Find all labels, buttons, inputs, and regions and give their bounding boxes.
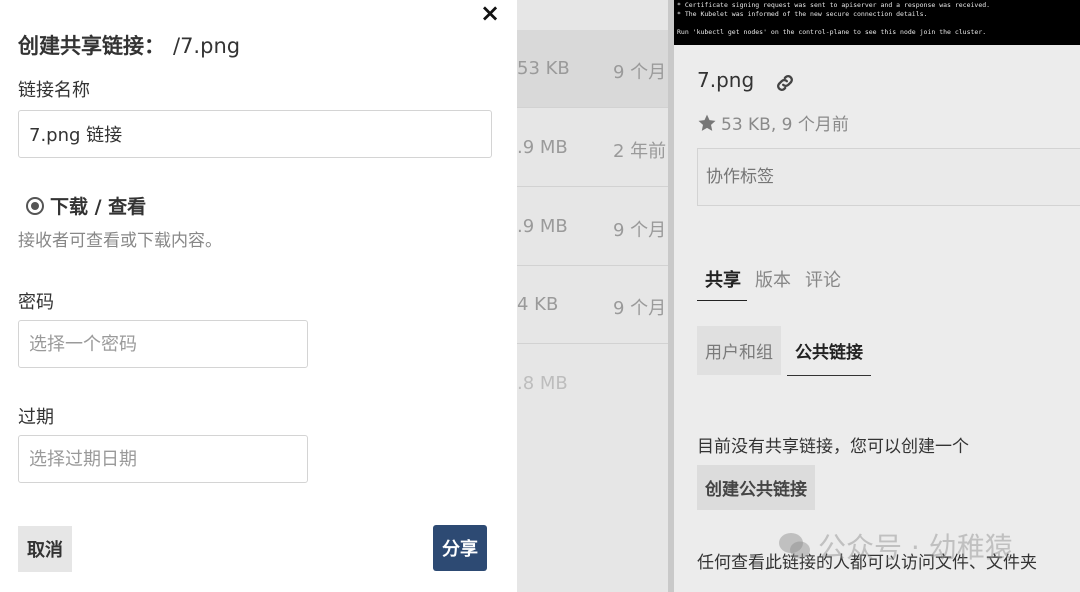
file-size: 4 KB bbox=[517, 294, 559, 315]
wechat-icon bbox=[779, 533, 810, 559]
table-row[interactable]: .9 MB 9 个月 bbox=[517, 188, 668, 266]
file-size: .8 MB bbox=[517, 373, 568, 394]
file-meta-text: 53 KB, 9 个月前 bbox=[721, 115, 849, 135]
watermark: 公众号 · 幼稚猿 bbox=[778, 526, 1013, 566]
download-view-help: 接收者可查看或下载内容。 bbox=[18, 231, 222, 251]
terminal-line: * The Kubelet was informed of the new se… bbox=[677, 10, 928, 18]
tab-public-links[interactable]: 公共链接 bbox=[787, 326, 871, 376]
create-share-link-dialog: × 创建共享链接： /7.png 链接名称 下载 / 查看 接收者可查看或下载内容… bbox=[0, 0, 517, 592]
password-label: 密码 bbox=[18, 292, 54, 313]
terminal-line: Run 'kubectl get nodes' on the control-p… bbox=[677, 28, 987, 36]
terminal-line: * Certificate signing request was sent t… bbox=[677, 1, 991, 9]
file-meta: 53 KB, 9 个月前 bbox=[697, 110, 849, 135]
download-view-option[interactable]: 下载 / 查看 bbox=[26, 192, 146, 219]
link-name-input[interactable] bbox=[18, 110, 492, 158]
tab-versions[interactable]: 版本 bbox=[747, 264, 797, 300]
tab-users-groups[interactable]: 用户和组 bbox=[697, 326, 781, 375]
watermark-text: 公众号 · 幼稚猿 bbox=[818, 531, 1013, 564]
close-icon[interactable]: × bbox=[480, 0, 500, 26]
dialog-title-text: 创建共享链接： bbox=[18, 34, 165, 58]
tab-sharing[interactable]: 共享 bbox=[697, 264, 747, 301]
collaborative-tags-input[interactable] bbox=[697, 148, 1080, 206]
dialog-title-file: /7.png bbox=[173, 34, 241, 58]
expiry-label: 过期 bbox=[18, 407, 54, 428]
dialog-title: 创建共享链接： /7.png bbox=[18, 30, 240, 60]
table-row[interactable]: 4 KB 9 个月 bbox=[517, 266, 668, 344]
download-view-label: 下载 / 查看 bbox=[50, 196, 147, 218]
expiry-date-input[interactable] bbox=[18, 435, 308, 483]
file-list: 53 KB 9 个月 .9 MB 2 年前 .9 MB 9 个月 4 KB 9 … bbox=[517, 0, 668, 592]
tab-comments[interactable]: 评论 bbox=[797, 264, 847, 300]
file-date: 9 个月 bbox=[613, 62, 667, 83]
sharing-subtabs: 用户和组 公共链接 bbox=[697, 326, 871, 376]
link-name-label: 链接名称 bbox=[18, 80, 90, 101]
file-date: 9 个月 bbox=[613, 220, 667, 241]
terminal-output: * Certificate signing request was sent t… bbox=[674, 0, 1080, 45]
detail-file-name: 7.png bbox=[697, 68, 755, 92]
file-date: 2 年前 bbox=[613, 141, 667, 162]
password-input[interactable] bbox=[18, 320, 308, 368]
detail-tabs: 共享 版本 评论 bbox=[697, 264, 847, 301]
file-size: 53 KB bbox=[517, 58, 570, 79]
radio-selected-icon[interactable] bbox=[26, 197, 44, 215]
file-date: 9 个月 bbox=[613, 298, 667, 319]
cancel-button[interactable]: 取消 bbox=[18, 526, 72, 572]
file-size: .9 MB bbox=[517, 137, 568, 158]
table-row[interactable]: 53 KB 9 个月 bbox=[517, 30, 668, 108]
file-detail-panel: * Certificate signing request was sent t… bbox=[674, 0, 1080, 592]
link-icon[interactable] bbox=[774, 72, 796, 94]
no-links-message: 目前没有共享链接，您可以创建一个 bbox=[697, 437, 969, 457]
star-icon[interactable] bbox=[697, 113, 717, 133]
table-row[interactable]: .8 MB bbox=[517, 345, 668, 423]
table-row[interactable]: .9 MB 2 年前 bbox=[517, 109, 668, 187]
create-public-link-button[interactable]: 创建公共链接 bbox=[697, 465, 815, 510]
file-size: .9 MB bbox=[517, 216, 568, 237]
share-button[interactable]: 分享 bbox=[433, 525, 487, 571]
